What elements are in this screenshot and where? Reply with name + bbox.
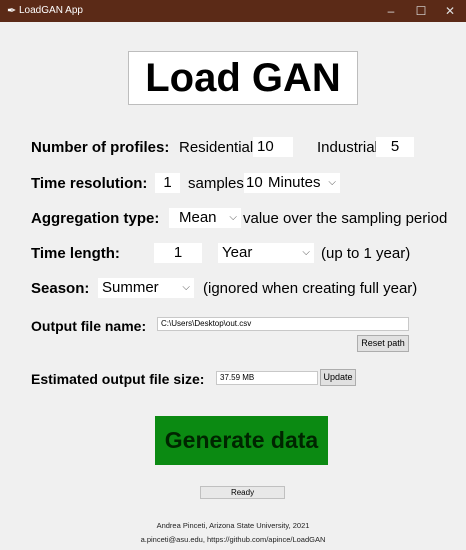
minimize-button[interactable]: – bbox=[379, 2, 403, 20]
interval-input[interactable]: 10 bbox=[244, 173, 264, 193]
time-length-suffix: (up to 1 year) bbox=[321, 245, 411, 262]
footer-contact: a.pinceti@asu.edu, https://github.com/ap… bbox=[140, 535, 326, 544]
maximize-button[interactable]: ☐ bbox=[409, 2, 433, 20]
window-title: LoadGAN App bbox=[19, 5, 83, 16]
estimate-label: Estimated output file size: bbox=[31, 371, 205, 387]
resolution-unit-select[interactable]: Minutes ⌵ bbox=[264, 173, 340, 193]
output-file-input[interactable]: C:\Users\Desktop\out.csv bbox=[157, 317, 409, 331]
season-suffix: (ignored when creating full year) bbox=[203, 280, 418, 297]
status-bar: Ready bbox=[200, 486, 285, 499]
residential-input[interactable]: 10 bbox=[253, 137, 293, 157]
season-label: Season: bbox=[31, 280, 90, 297]
aggregation-suffix: value over the sampling period bbox=[243, 210, 448, 227]
estimate-value: 37.59 MB bbox=[216, 371, 318, 385]
resolution-unit-value: Minutes bbox=[268, 174, 321, 191]
update-button[interactable]: Update bbox=[320, 369, 356, 386]
time-length-label: Time length: bbox=[31, 245, 120, 262]
time-length-unit-select[interactable]: Year ⌵ bbox=[218, 243, 314, 263]
season-value: Summer bbox=[102, 279, 159, 296]
chevron-down-icon: ⌵ bbox=[229, 212, 237, 223]
chevron-down-icon: ⌵ bbox=[302, 247, 310, 258]
feather-icon: ✒ bbox=[7, 5, 17, 17]
industrial-label: Industrial bbox=[317, 139, 378, 156]
time-length-input[interactable]: 1 bbox=[154, 243, 202, 263]
output-file-label: Output file name: bbox=[31, 318, 147, 334]
app-banner: Load GAN bbox=[128, 51, 358, 105]
profiles-label: Number of profiles: bbox=[31, 139, 170, 156]
app-window: Load GAN Number of profiles: Residential… bbox=[0, 22, 466, 550]
footer-credit: Andrea Pinceti, Arizona State University… bbox=[156, 521, 310, 530]
reset-path-button[interactable]: Reset path bbox=[357, 335, 409, 352]
chevron-down-icon: ⌵ bbox=[182, 282, 190, 293]
samples-input[interactable]: 1 bbox=[155, 173, 180, 193]
aggregation-label: Aggregation type: bbox=[31, 210, 160, 227]
aggregation-select[interactable]: Mean ⌵ bbox=[169, 208, 241, 228]
time-length-unit-value: Year bbox=[222, 244, 253, 261]
title-bar: ✒ LoadGAN App – ☐ ✕ bbox=[0, 0, 466, 22]
samples-label: samples / bbox=[188, 175, 253, 192]
close-button[interactable]: ✕ bbox=[438, 2, 462, 20]
chevron-down-icon: ⌵ bbox=[328, 177, 336, 188]
residential-label: Residential bbox=[179, 139, 254, 156]
aggregation-value: Mean bbox=[179, 209, 217, 226]
season-select[interactable]: Summer ⌵ bbox=[98, 278, 194, 298]
time-resolution-label: Time resolution: bbox=[31, 175, 148, 192]
industrial-input[interactable]: 5 bbox=[376, 137, 414, 157]
generate-data-button[interactable]: Generate data bbox=[155, 416, 328, 465]
